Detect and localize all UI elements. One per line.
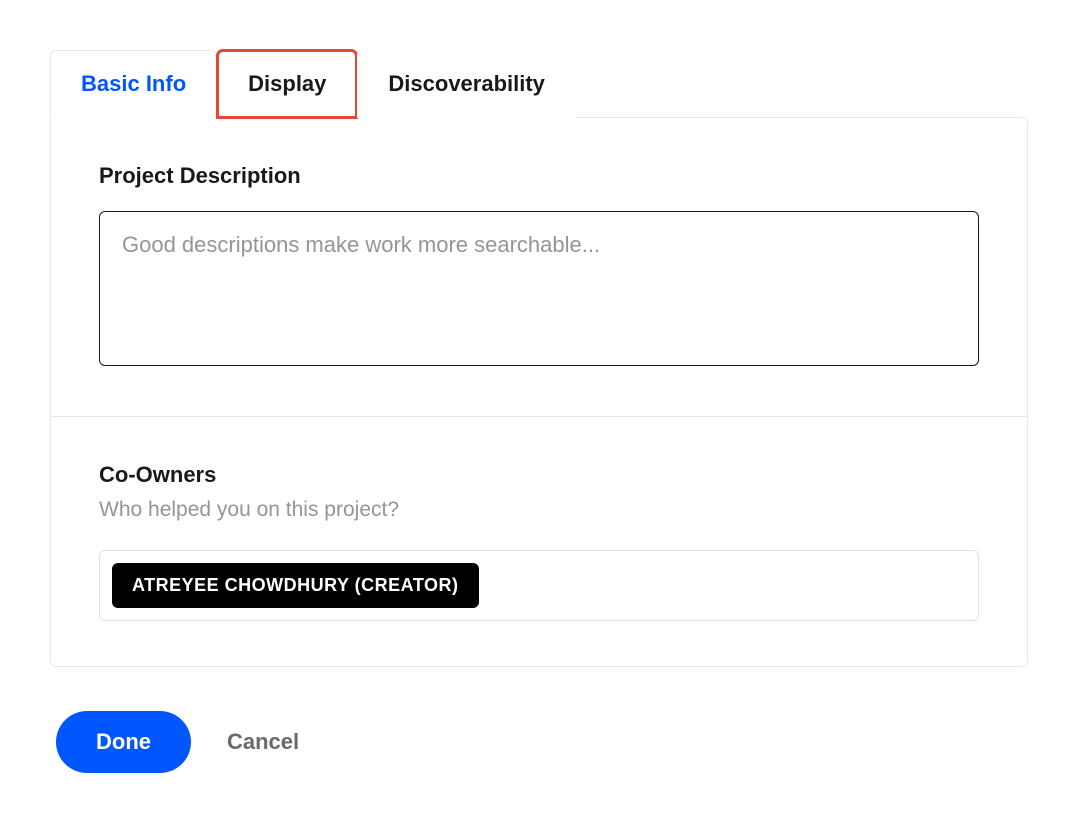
footer-actions: Done Cancel: [50, 711, 1028, 773]
co-owner-chip[interactable]: ATREYEE CHOWDHURY (CREATOR): [112, 563, 479, 608]
co-owners-section: Co-Owners Who helped you on this project…: [51, 416, 1027, 666]
tabs-container: Basic Info Display Discoverability Proje…: [50, 50, 1028, 667]
settings-panel: Project Description Co-Owners Who helped…: [50, 117, 1028, 667]
co-owners-subtitle: Who helped you on this project?: [99, 498, 979, 522]
project-description-section: Project Description: [51, 118, 1027, 416]
tab-discoverability[interactable]: Discoverability: [357, 50, 576, 118]
tabs-row: Basic Info Display Discoverability: [50, 50, 1028, 117]
co-owners-title: Co-Owners: [99, 462, 979, 488]
project-description-input[interactable]: [99, 211, 979, 366]
tab-display[interactable]: Display: [217, 50, 357, 118]
co-owners-input[interactable]: ATREYEE CHOWDHURY (CREATOR): [99, 550, 979, 621]
tab-basic-info[interactable]: Basic Info: [50, 50, 217, 118]
cancel-button[interactable]: Cancel: [227, 729, 299, 755]
done-button[interactable]: Done: [56, 711, 191, 773]
project-description-title: Project Description: [99, 163, 979, 189]
